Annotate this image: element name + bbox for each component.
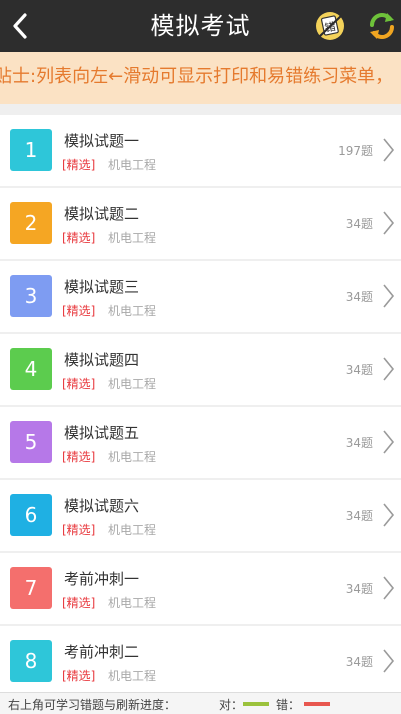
exam-item-8[interactable]: 8 考前冲刺二 [精选] 机电工程 34题 — [0, 626, 401, 692]
footer-hint: 右上角可学习错题与刷新进度： — [8, 698, 177, 712]
item-number-badge: 1 — [10, 129, 52, 171]
wrong-questions-button[interactable]: 错 — [314, 10, 346, 42]
item-question-count: 34题 — [345, 217, 373, 231]
item-number-badge: 2 — [10, 202, 52, 244]
refresh-icon — [370, 13, 394, 39]
item-title: 考前冲刺一 — [64, 570, 140, 588]
chevron-right-icon — [383, 430, 395, 454]
item-number-badge: 8 — [10, 640, 52, 682]
item-question-count: 34题 — [345, 290, 373, 304]
item-category: 机电工程 — [108, 158, 157, 172]
item-category: 机电工程 — [108, 231, 157, 245]
right-legend-swatch — [243, 702, 269, 706]
item-tag: [精选] — [62, 377, 96, 391]
chevron-right-icon — [383, 211, 395, 235]
item-tag: [精选] — [62, 304, 96, 318]
wrong-questions-icon: 错 — [316, 12, 344, 40]
item-title: 模拟试题六 — [64, 497, 140, 515]
item-category: 机电工程 — [108, 377, 157, 391]
chevron-right-icon — [383, 576, 395, 600]
item-category: 机电工程 — [108, 669, 157, 683]
item-number-badge: 3 — [10, 275, 52, 317]
exam-item-1[interactable]: 1 模拟试题一 [精选] 机电工程 197题 — [0, 115, 401, 186]
item-number-badge: 7 — [10, 567, 52, 609]
exam-list: 1 模拟试题一 [精选] 机电工程 197题 2 模拟试题二 [精选] 机电工程… — [0, 104, 401, 692]
item-category: 机电工程 — [108, 596, 157, 610]
exam-item-6[interactable]: 6 模拟试题六 [精选] 机电工程 34题 — [0, 480, 401, 551]
chevron-right-icon — [383, 357, 395, 381]
item-title: 模拟试题二 — [64, 205, 140, 223]
item-tag: [精选] — [62, 523, 96, 537]
item-title: 模拟试题四 — [64, 351, 140, 369]
item-number-badge: 4 — [10, 348, 52, 390]
item-category: 机电工程 — [108, 304, 157, 318]
item-question-count: 34题 — [345, 436, 373, 450]
item-tag: [精选] — [62, 450, 96, 464]
item-question-count: 197题 — [338, 144, 373, 158]
exam-item-5[interactable]: 5 模拟试题五 [精选] 机电工程 34题 — [0, 407, 401, 478]
item-title: 考前冲刺二 — [64, 643, 140, 661]
refresh-progress-button[interactable] — [366, 10, 398, 42]
item-question-count: 34题 — [345, 582, 373, 596]
item-title: 模拟试题三 — [64, 278, 140, 296]
wrong-legend-label: 错： — [276, 698, 301, 712]
item-tag: [精选] — [62, 158, 96, 172]
item-question-count: 34题 — [345, 655, 373, 669]
item-number-badge: 5 — [10, 421, 52, 463]
chevron-right-icon — [383, 649, 395, 673]
exam-item-7[interactable]: 7 考前冲刺一 [精选] 机电工程 34题 — [0, 553, 401, 624]
item-tag: [精选] — [62, 231, 96, 245]
top-bar: 模拟考试 错 — [0, 0, 401, 52]
item-category: 机电工程 — [108, 523, 157, 537]
chevron-right-icon — [383, 503, 395, 527]
footer-legend: 右上角可学习错题与刷新进度： 对： 错： — [0, 692, 401, 714]
item-title: 模拟试题一 — [64, 132, 140, 150]
item-question-count: 34题 — [345, 363, 373, 377]
chevron-right-icon — [383, 138, 395, 162]
exam-item-3[interactable]: 3 模拟试题三 [精选] 机电工程 34题 — [0, 261, 401, 332]
wrong-legend-swatch — [304, 702, 330, 706]
exam-item-2[interactable]: 2 模拟试题二 [精选] 机电工程 34题 — [0, 188, 401, 259]
tip-banner: 贴士:列表向左←滑动可显示打印和易错练习菜单， — [0, 52, 401, 104]
item-question-count: 34题 — [345, 509, 373, 523]
right-legend-label: 对： — [219, 698, 244, 712]
item-title: 模拟试题五 — [64, 424, 140, 442]
tip-text: 贴士:列表向左←滑动可显示打印和易错练习菜单， — [0, 66, 394, 87]
item-number-badge: 6 — [10, 494, 52, 536]
item-tag: [精选] — [62, 596, 96, 610]
item-tag: [精选] — [62, 669, 96, 683]
item-category: 机电工程 — [108, 450, 157, 464]
chevron-right-icon — [383, 284, 395, 308]
exam-item-4[interactable]: 4 模拟试题四 [精选] 机电工程 34题 — [0, 334, 401, 405]
